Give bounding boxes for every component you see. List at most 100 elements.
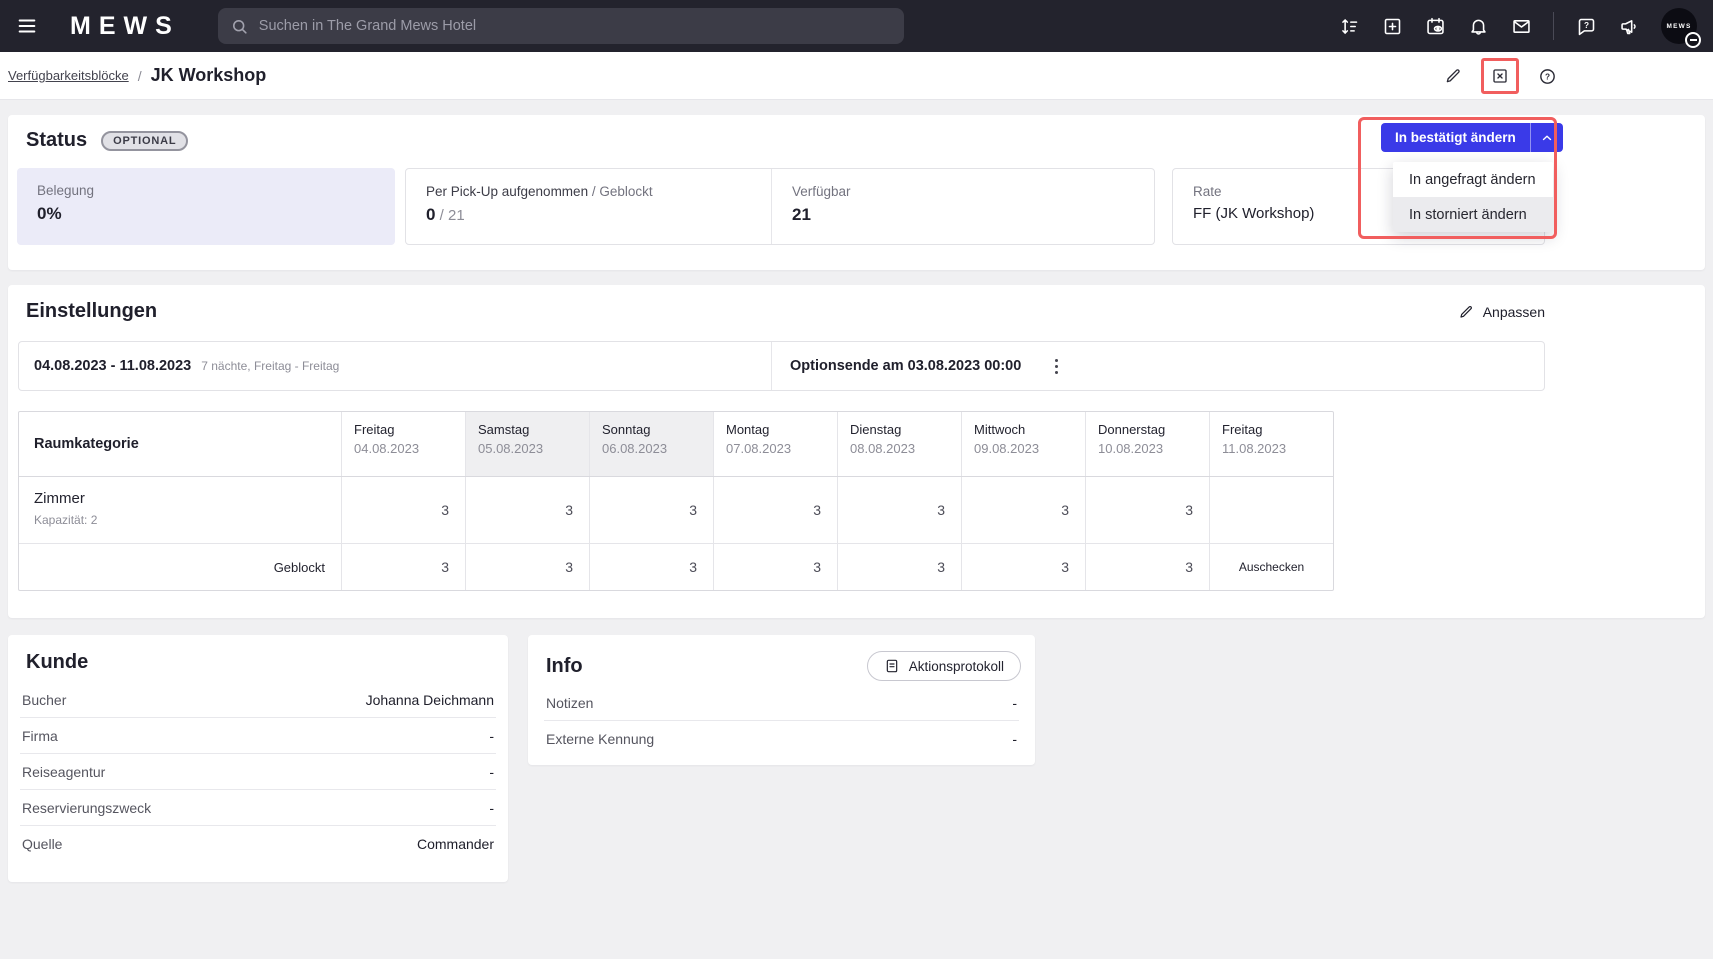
column-header-room-category: Raumkategorie: [19, 412, 341, 476]
room-value-day-1: 3: [465, 477, 589, 543]
announcements-megaphone-icon[interactable]: [1610, 7, 1648, 45]
adjust-button[interactable]: Anpassen: [1458, 304, 1545, 320]
settings-section: Einstellungen Anpassen 04.08.2023 - 11.0…: [8, 285, 1705, 618]
date-range: 04.08.2023 - 11.08.2023: [34, 358, 191, 374]
room-value-day-6: 3: [1085, 477, 1209, 543]
customer-row-quelle: Quelle Commander: [20, 826, 496, 862]
room-category-row: Zimmer Kapazität: 2 3 3 3 3 3 3 3: [19, 477, 1333, 544]
pickup-cell: Per Pick-Up aufgenommen / Geblockt 0 / 2…: [406, 169, 772, 244]
help-chat-icon[interactable]: ?: [1567, 7, 1605, 45]
menu-hamburger-icon[interactable]: [8, 7, 46, 45]
topbar-actions: ? MEWS: [1330, 7, 1713, 45]
table-header-row: Raumkategorie Freitag 04.08.2023 Samstag…: [19, 412, 1333, 477]
bottom-panels: Kunde Bucher Johanna Deichmann Firma - R…: [8, 635, 1705, 882]
brand-logo: MEWS: [70, 12, 180, 41]
column-header-day-6: Donnerstag 10.08.2023: [1085, 412, 1209, 476]
customer-rows: Bucher Johanna Deichmann Firma - Reiseag…: [20, 682, 496, 862]
column-header-day-4: Dienstag 08.08.2023: [837, 412, 961, 476]
status-title: Status: [26, 129, 87, 152]
settings-header: Einstellungen Anpassen: [8, 285, 1705, 323]
settings-title: Einstellungen: [26, 300, 157, 323]
account-avatar[interactable]: MEWS: [1661, 8, 1697, 44]
info-row-externe-kennung: Externe Kennung -: [544, 721, 1019, 757]
blocked-value-day-2[interactable]: 3: [589, 544, 713, 590]
customer-row-bucher: Bucher Johanna Deichmann: [20, 682, 496, 718]
info-section: Info Aktionsprotokoll Notizen - Externe …: [528, 635, 1035, 765]
blocked-value-day-3[interactable]: 3: [713, 544, 837, 590]
search-bar[interactable]: [218, 8, 904, 44]
date-range-cell: 04.08.2023 - 11.08.2023 7 nächte, Freita…: [19, 342, 772, 390]
room-category-name: Zimmer: [34, 490, 341, 507]
option-end-cell: Optionsende am 03.08.2023 00:00: [772, 355, 1062, 378]
customer-row-reiseagentur: Reiseagentur -: [20, 754, 496, 790]
kebab-menu-icon[interactable]: [1051, 355, 1062, 378]
action-log-label: Aktionsprotokoll: [909, 659, 1004, 674]
breadcrumb-bar: Verfügbarkeitsblöcke / JK Workshop ?: [0, 52, 1713, 100]
availability-table: Raumkategorie Freitag 04.08.2023 Samstag…: [18, 411, 1334, 591]
page-title: JK Workshop: [151, 65, 267, 86]
avatar-label: MEWS: [1666, 23, 1691, 30]
room-value-day-5: 3: [961, 477, 1085, 543]
topbar: MEWS ?: [0, 0, 1713, 52]
search-input[interactable]: [259, 18, 892, 34]
pickup-label: Per Pick-Up aufgenommen / Geblockt: [426, 184, 751, 199]
option-end-text: Optionsende am 03.08.2023 00:00: [790, 358, 1021, 374]
status-menu-toggle[interactable]: [1530, 123, 1563, 152]
svg-text:?: ?: [1545, 71, 1550, 81]
available-label: Verfügbar: [792, 184, 851, 199]
menu-item-angefragt[interactable]: In angefragt ändern: [1393, 162, 1553, 197]
cancel-block-icon[interactable]: [1491, 67, 1509, 85]
room-value-day-2: 3: [589, 477, 713, 543]
available-cell: Verfügbar 21: [772, 169, 871, 244]
customer-section: Kunde Bucher Johanna Deichmann Firma - R…: [8, 635, 508, 882]
help-circle-icon[interactable]: ?: [1538, 67, 1557, 86]
sort-priority-icon[interactable]: [1330, 7, 1368, 45]
customer-row-reservierungszweck: Reservierungszweck -: [20, 790, 496, 826]
blocked-value-day-1[interactable]: 3: [465, 544, 589, 590]
checkout-cell: Auschecken: [1209, 544, 1333, 590]
page-actions: ?: [1444, 52, 1557, 100]
pickup-label-rest: / Geblockt: [588, 184, 653, 199]
room-value-day-4: 3: [837, 477, 961, 543]
date-range-box: 04.08.2023 - 11.08.2023 7 nächte, Freita…: [18, 341, 1545, 391]
info-title: Info: [546, 655, 583, 678]
blocked-value-day-4[interactable]: 3: [837, 544, 961, 590]
blocked-value-day-5[interactable]: 3: [961, 544, 1085, 590]
action-log-button[interactable]: Aktionsprotokoll: [867, 651, 1021, 681]
room-value-day-3: 3: [713, 477, 837, 543]
blocked-row-label: Geblockt: [19, 544, 341, 590]
column-header-day-0: Freitag 04.08.2023: [341, 412, 465, 476]
search-icon: [230, 17, 249, 36]
breadcrumb-separator: /: [138, 68, 142, 84]
column-header-day-7: Freitag 11.08.2023: [1209, 412, 1333, 476]
column-header-day-1: Samstag 05.08.2023: [465, 412, 589, 476]
optional-badge: OPTIONAL: [101, 131, 188, 151]
notifications-bell-icon[interactable]: [1459, 7, 1497, 45]
breadcrumb-parent-link[interactable]: Verfügbarkeitsblöcke: [8, 68, 129, 83]
customer-header: Kunde: [8, 635, 508, 674]
confirm-status-button[interactable]: In bestätigt ändern: [1381, 123, 1530, 152]
occupancy-card: Belegung 0%: [17, 168, 395, 245]
status-stats: Belegung 0% Per Pick-Up aufgenommen / Ge…: [17, 168, 1545, 245]
topbar-divider: [1553, 12, 1554, 40]
blocked-row: Geblockt 3 3 3 3 3 3 3 Auschecken: [19, 544, 1333, 590]
date-range-note: 7 nächte, Freitag - Freitag: [201, 359, 339, 373]
pickup-availability-card: Per Pick-Up aufgenommen / Geblockt 0 / 2…: [405, 168, 1155, 245]
status-section: Status OPTIONAL Belegung 0% Per Pick-Up …: [8, 115, 1705, 270]
add-new-icon[interactable]: [1373, 7, 1411, 45]
info-rows: Notizen - Externe Kennung -: [544, 685, 1019, 757]
available-value: 21: [792, 205, 851, 225]
menu-item-storniert[interactable]: In storniert ändern: [1393, 197, 1553, 232]
column-header-day-3: Montag 07.08.2023: [713, 412, 837, 476]
svg-text:?: ?: [1583, 19, 1588, 29]
pickup-value: 0 / 21: [426, 205, 751, 225]
blocked-value-day-0[interactable]: 3: [341, 544, 465, 590]
status-change-split-button: In bestätigt ändern: [1381, 123, 1563, 152]
edit-pencil-icon[interactable]: [1444, 67, 1462, 85]
messages-envelope-icon[interactable]: [1502, 7, 1540, 45]
main-content: Status OPTIONAL Belegung 0% Per Pick-Up …: [0, 100, 1713, 882]
blocked-value-day-6[interactable]: 3: [1085, 544, 1209, 590]
calendar-availability-icon[interactable]: [1416, 7, 1454, 45]
info-header: Info Aktionsprotokoll: [528, 635, 1035, 681]
pickup-label-main: Per Pick-Up aufgenommen: [426, 184, 588, 199]
